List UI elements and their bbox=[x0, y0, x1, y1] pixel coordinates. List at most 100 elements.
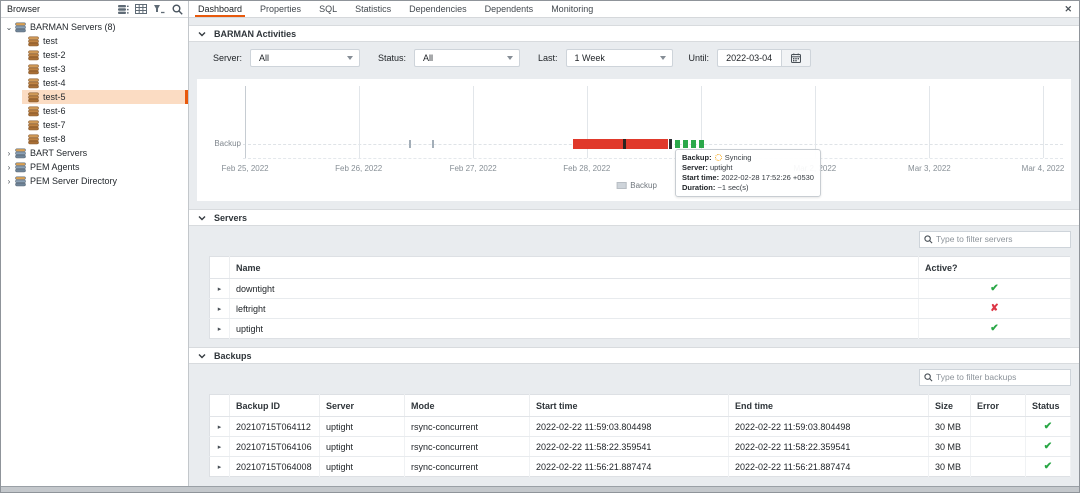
tree-item-test-5[interactable]: test-5 bbox=[1, 90, 188, 104]
activities-panel-header[interactable]: BARMAN Activities bbox=[189, 25, 1079, 42]
chart-event-tick[interactable] bbox=[432, 140, 434, 148]
server-name-cell: uptight bbox=[230, 319, 919, 339]
status-filter-select[interactable]: All bbox=[414, 49, 520, 67]
cell-start-time: 2022-02-22 11:58:22.359541 bbox=[530, 437, 729, 457]
tree-item-label: test-4 bbox=[43, 78, 66, 88]
chart-event-tick[interactable] bbox=[409, 140, 411, 148]
backups-panel-header[interactable]: Backups bbox=[189, 347, 1079, 364]
tab-dashboard[interactable]: Dashboard bbox=[189, 1, 251, 17]
server-row-leftright[interactable]: ▸leftright✘ bbox=[210, 299, 1071, 319]
tree-item-test-6[interactable]: test-6 bbox=[1, 104, 188, 118]
cell-size: 30 MB bbox=[929, 417, 971, 437]
tree-item-test-3[interactable]: test-3 bbox=[1, 62, 188, 76]
until-date-input[interactable] bbox=[717, 49, 781, 67]
close-icon[interactable]: ✕ bbox=[1057, 1, 1079, 17]
axis-label: Feb 26, 2022 bbox=[335, 164, 382, 173]
chart-event-dashed-range[interactable] bbox=[675, 140, 705, 148]
chart-event-mark[interactable] bbox=[669, 139, 672, 149]
server-icon bbox=[27, 92, 40, 103]
backup-row-20210715t064106[interactable]: ▸20210715T064106uptightrsync-concurrent2… bbox=[210, 437, 1071, 457]
server-filter-value: All bbox=[259, 53, 269, 63]
chart-event-mark[interactable] bbox=[623, 139, 626, 149]
servers-panel-header[interactable]: Servers bbox=[189, 209, 1079, 226]
tooltip-start-value: 2022-02-28 17:52:26 +0530 bbox=[721, 173, 814, 182]
tooltip-backup-status: Syncing bbox=[725, 153, 752, 162]
table-header-row: NameActive? bbox=[210, 257, 1071, 279]
axis-label: Feb 28, 2022 bbox=[563, 164, 610, 173]
tree-item-barman-servers-8[interactable]: ⌄ BARMAN Servers (8) bbox=[1, 20, 188, 34]
tabs: DashboardPropertiesSQLStatisticsDependen… bbox=[189, 1, 602, 17]
tree-item-label: PEM Agents bbox=[30, 162, 80, 172]
window: Browser ⌄BARMAN Servers (8)testtest-2tes… bbox=[0, 0, 1080, 493]
calendar-button[interactable] bbox=[781, 49, 811, 67]
row-expander-icon[interactable]: ▸ bbox=[210, 299, 230, 319]
backup-row-20210715t064008[interactable]: ▸20210715T064008uptightrsync-concurrent2… bbox=[210, 457, 1071, 477]
tree-item-label: test-6 bbox=[43, 106, 66, 116]
servers-filter-input[interactable] bbox=[936, 234, 1066, 244]
browser-toolbar bbox=[115, 2, 185, 16]
row-expander-icon[interactable]: ▸ bbox=[210, 417, 230, 437]
tree-item-label: BARMAN Servers (8) bbox=[30, 22, 116, 32]
server-icon bbox=[27, 120, 40, 131]
tree-item-test[interactable]: test bbox=[1, 34, 188, 48]
tree-item-test-7[interactable]: test-7 bbox=[1, 118, 188, 132]
server-row-uptight[interactable]: ▸uptight✔ bbox=[210, 319, 1071, 339]
row-expander-icon[interactable]: ▸ bbox=[210, 437, 230, 457]
tab-monitoring[interactable]: Monitoring bbox=[542, 1, 602, 17]
active-check-icon: ✔ bbox=[919, 319, 1071, 339]
chevron-right-icon[interactable]: › bbox=[4, 177, 14, 186]
tree-item-label: test bbox=[43, 36, 58, 46]
backups-filter-input[interactable] bbox=[936, 372, 1066, 382]
search-icon[interactable] bbox=[169, 2, 185, 16]
legend-swatch bbox=[616, 182, 626, 189]
tooltip-duration-label: Duration: bbox=[682, 183, 715, 192]
tree-item-pem-server-directory[interactable]: ›PEM Server Directory bbox=[1, 174, 188, 188]
column-header-mode: Mode bbox=[405, 395, 530, 417]
tree-item-test-2[interactable]: test-2 bbox=[1, 48, 188, 62]
cell-error bbox=[971, 417, 1026, 437]
layers-icon[interactable] bbox=[115, 2, 131, 16]
last-filter-select[interactable]: 1 Week bbox=[566, 49, 673, 67]
chevron-right-icon[interactable]: › bbox=[4, 149, 14, 158]
axis-label: Mar 4, 2022 bbox=[1022, 164, 1065, 173]
expander-header bbox=[210, 257, 230, 279]
servers-table: NameActive?▸downtight✔▸leftright✘▸uptigh… bbox=[209, 256, 1071, 339]
tab-dependents[interactable]: Dependents bbox=[476, 1, 543, 17]
chevron-down-icon[interactable]: ⌄ bbox=[4, 23, 14, 32]
tab-properties[interactable]: Properties bbox=[251, 1, 310, 17]
tab-statistics[interactable]: Statistics bbox=[346, 1, 400, 17]
tab-sql[interactable]: SQL bbox=[310, 1, 346, 17]
column-header-name: Name bbox=[230, 257, 919, 279]
browser-sidebar: Browser ⌄BARMAN Servers (8)testtest-2tes… bbox=[1, 1, 189, 486]
row-expander-icon[interactable]: ▸ bbox=[210, 279, 230, 299]
tree-item-test-4[interactable]: test-4 bbox=[1, 76, 188, 90]
column-header-start-time: Start time bbox=[530, 395, 729, 417]
status-filter-value: All bbox=[423, 53, 433, 63]
until-date-group bbox=[717, 49, 811, 67]
tree-item-label: test-5 bbox=[43, 92, 66, 102]
row-expander-icon[interactable]: ▸ bbox=[210, 319, 230, 339]
tree-item-bart-servers[interactable]: ›BART Servers bbox=[1, 146, 188, 160]
filter-icon[interactable] bbox=[151, 2, 167, 16]
row-expander-icon[interactable]: ▸ bbox=[210, 457, 230, 477]
chart-tooltip: Backup: Syncing Server: uptight Start ti… bbox=[675, 149, 821, 197]
backup-row-20210715t064112[interactable]: ▸20210715T064112uptightrsync-concurrent2… bbox=[210, 417, 1071, 437]
servers-filter-row bbox=[189, 226, 1079, 252]
axis-label: Feb 25, 2022 bbox=[221, 164, 268, 173]
chart-event-range[interactable] bbox=[573, 139, 668, 149]
tab-dependencies[interactable]: Dependencies bbox=[400, 1, 476, 17]
chevron-down-icon bbox=[198, 31, 206, 37]
chevron-right-icon[interactable]: › bbox=[4, 163, 14, 172]
cell-backup-id: 20210715T064112 bbox=[230, 417, 320, 437]
gridline bbox=[473, 86, 474, 158]
tree-item-pem-agents[interactable]: › PEM Agents bbox=[1, 160, 188, 174]
search-icon bbox=[924, 235, 933, 244]
tooltip-duration-value: ~1 sec(s) bbox=[717, 183, 748, 192]
server-row-downtight[interactable]: ▸downtight✔ bbox=[210, 279, 1071, 299]
tree-item-test-8[interactable]: test-8 bbox=[1, 132, 188, 146]
tooltip-server-label: Server: bbox=[682, 163, 708, 172]
gridline bbox=[1043, 86, 1044, 158]
chart-row-label: Backup bbox=[209, 139, 241, 148]
server-filter-select[interactable]: All bbox=[250, 49, 360, 67]
grid-icon[interactable] bbox=[133, 2, 149, 16]
